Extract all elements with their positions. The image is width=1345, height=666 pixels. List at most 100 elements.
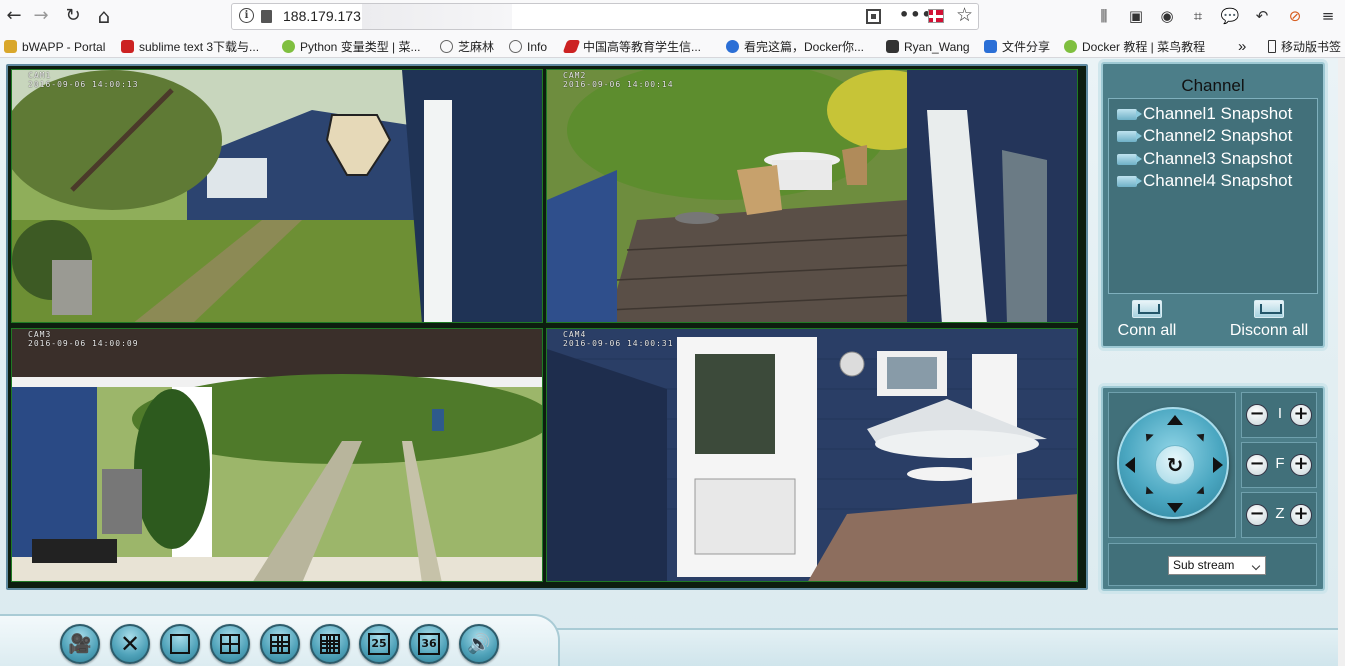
camera-timestamp-overlay: 2016-09-06 14:00:31 [563,339,674,348]
camera-icon [1117,175,1142,187]
camera-4-image [547,329,1077,581]
bookmark-item[interactable]: bWAPP - Portal [4,38,105,55]
camera-view-2[interactable]: CAM2 2016-09-06 14:00:14 [546,69,1078,323]
chat-icon[interactable]: 💬 [1220,6,1240,26]
focus-control: − F + [1241,442,1317,488]
zoom-minus-button[interactable]: − [1246,504,1268,526]
bookmark-item[interactable]: 看完这篇，Docker你... [726,38,864,55]
undo-icon[interactable]: ↶ [1252,6,1272,26]
channel-snapshot-item[interactable]: Channel2 Snapshot [1117,125,1292,147]
ptz-joystick[interactable]: ↻ [1117,407,1229,519]
layout-4-button[interactable] [210,624,250,664]
focus-minus-button[interactable]: − [1246,454,1268,476]
focus-plus-button[interactable]: + [1290,454,1312,476]
site-info-icon[interactable]: i [239,8,254,23]
screenshot-icon[interactable]: ⌗ [1188,6,1208,26]
page-icon [261,10,272,23]
video-camera-icon: 🎥 [68,633,92,655]
bookmark-favicon [1064,40,1077,53]
thirty-six-view-icon: 36 [418,633,440,655]
sixteen-view-icon [320,634,340,654]
iris-minus-button[interactable]: − [1246,404,1268,426]
account-icon[interactable]: ◉ [1157,6,1177,26]
bookmark-item[interactable]: 文件分享 [984,38,1050,55]
disconn-all-button[interactable]: Disconn all [1219,300,1319,344]
pan-up-left-icon[interactable] [1142,430,1154,442]
camera-icon [1117,130,1142,142]
language-flag-icon[interactable] [928,9,944,23]
conn-all-button[interactable]: Conn all [1097,300,1197,344]
pan-down-right-icon[interactable] [1196,486,1208,498]
channel-snapshot-item[interactable]: Channel4 Snapshot [1117,170,1292,192]
url-text[interactable]: 188.179.173 [283,8,361,24]
camera-timestamp-overlay: 2016-09-06 14:00:14 [563,80,674,89]
qr-code-icon[interactable] [866,9,881,24]
bookmark-favicon [282,40,295,53]
channel-snapshot-item[interactable]: Channel3 Snapshot [1117,148,1292,170]
pan-up-icon[interactable] [1167,415,1183,425]
ip-camera-viewer: CAM1 2016-09-06 14:00:13 CAM2 2016-09-06… [0,58,1345,666]
bookmark-favicon [509,40,522,53]
mobile-icon [1268,40,1276,53]
camera-view-1[interactable]: CAM1 2016-09-06 14:00:13 [11,69,543,323]
channel-list: Channel1 Snapshot Channel2 Snapshot Chan… [1108,98,1318,294]
pan-left-icon[interactable] [1125,457,1135,473]
pan-down-left-icon[interactable] [1142,486,1154,498]
library-icon[interactable]: ⫼ [1094,6,1114,26]
bookmark-favicon [440,40,453,53]
tools-icon: ✕ [119,630,141,658]
home-icon[interactable]: ⌂ [92,4,116,28]
redacted-url-blur [362,4,512,29]
bookmark-favicon [726,40,739,53]
bookmark-item[interactable]: Ryan_Wang [886,38,970,55]
bookmark-item[interactable]: 芝麻林 [440,38,494,55]
nine-view-icon [270,634,290,654]
camera-view-4[interactable]: CAM4 2016-09-06 14:00:31 [546,328,1078,582]
bottom-toolbar-strip [545,628,1338,666]
mobile-bookmarks[interactable]: 移动版书签 [1268,38,1341,55]
speaker-icon: 🔊 [467,633,491,655]
forward-icon[interactable]: → [29,4,53,28]
zoom-plus-button[interactable]: + [1290,504,1312,526]
menu-icon[interactable]: ≡ [1318,6,1338,26]
camera-icon [1117,153,1142,165]
reload-icon[interactable]: ↻ [61,4,85,28]
record-button[interactable]: 🎥 [60,624,100,664]
camera-3-image [12,329,542,581]
bookmark-item[interactable]: sublime text 3下载与... [121,38,259,55]
settings-button[interactable]: ✕ [110,624,150,664]
bookmark-item[interactable]: 中国高等教育学生信... [562,38,701,55]
addon-icon[interactable]: ⊘ [1285,6,1305,26]
page-scrollbar[interactable] [1338,58,1345,666]
pan-up-right-icon[interactable] [1196,430,1208,442]
auto-rotate-icon[interactable]: ↻ [1155,445,1195,485]
quad-view-icon [220,634,240,654]
sidebar-icon[interactable]: ▣ [1126,6,1146,26]
layout-25-button[interactable]: 25 [359,624,399,664]
channel-panel: Channel Channel1 Snapshot Channel2 Snaps… [1101,62,1325,348]
pan-right-icon[interactable] [1213,457,1223,473]
pan-down-icon[interactable] [1167,503,1183,513]
audio-button[interactable]: 🔊 [459,624,499,664]
layout-9-button[interactable] [260,624,300,664]
bookmark-star-icon[interactable]: ☆ [956,4,973,26]
bookmark-item[interactable]: Docker 教程 | 菜鸟教程 [1064,38,1205,55]
camera-view-3[interactable]: CAM3 2016-09-06 14:00:09 [11,328,543,582]
bookmark-item[interactable]: Info [509,38,547,55]
video-grid: CAM1 2016-09-06 14:00:13 CAM2 2016-09-06… [6,64,1088,590]
stream-select[interactable]: Sub stream [1168,556,1266,575]
single-view-icon [170,634,190,654]
address-bar[interactable]: i 188.179.173 ••• ☆ [231,3,979,30]
back-icon[interactable]: ← [2,4,26,28]
iris-plus-button[interactable]: + [1290,404,1312,426]
layout-36-button[interactable]: 36 [409,624,449,664]
channel-panel-title: Channel [1181,76,1245,95]
more-bookmarks-icon[interactable]: » [1238,38,1246,55]
channel-snapshot-item[interactable]: Channel1 Snapshot [1117,103,1292,125]
bookmark-item[interactable]: Python 变量类型 | 菜... [282,38,420,55]
zoom-control: − Z + [1241,492,1317,538]
layout-16-button[interactable] [310,624,350,664]
camera-name-overlay: CAM2 [563,71,587,80]
layout-1-button[interactable] [160,624,200,664]
bookmark-favicon [4,40,17,53]
